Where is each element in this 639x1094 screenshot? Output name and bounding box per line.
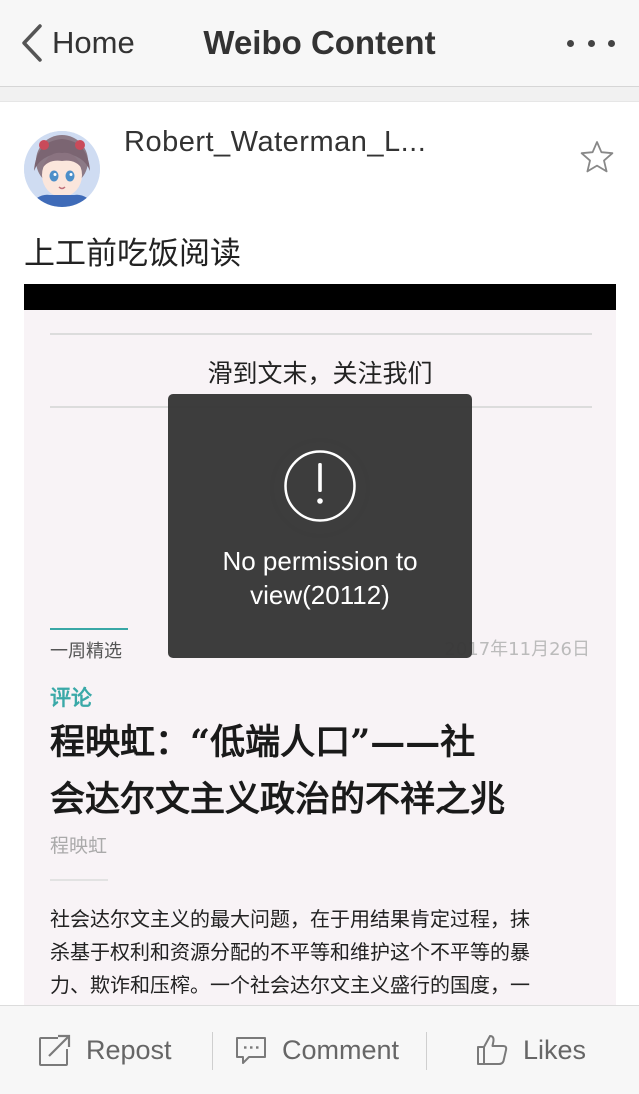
body-line: 社会达尔文主义的最大问题，在于用结果肯定过程，抹	[50, 907, 530, 931]
repost-icon	[39, 1034, 72, 1066]
exclamation-icon	[284, 450, 356, 522]
article-author: 程映虹	[50, 835, 108, 857]
headline-line: 程映虹：“低端人口”——社	[50, 722, 476, 763]
comment-button[interactable]: Comment	[234, 1006, 399, 1094]
divider	[50, 879, 108, 881]
more-dot-icon	[608, 39, 615, 47]
follow-prompt: 滑到文末，关注我们	[207, 359, 433, 388]
error-toast: No permission to view(20112)	[168, 394, 472, 658]
more-dot-icon	[587, 39, 595, 47]
star-icon[interactable]	[580, 140, 614, 174]
navigation-bar: Home Weibo Content	[0, 0, 639, 87]
anime-avatar-icon	[24, 131, 100, 207]
comment-icon	[236, 1037, 266, 1064]
avatar[interactable]	[24, 131, 100, 207]
headline-line: 会达尔文主义政治的不祥之兆	[50, 779, 506, 820]
toast-message: No permission to view(20112)	[222, 546, 418, 610]
body-line: 杀基于权利和资源分配的不平等和维护这个不平等的暴	[50, 940, 530, 964]
thumbs-up-icon	[477, 1035, 508, 1065]
divider	[50, 333, 592, 335]
more-options-button[interactable]	[567, 30, 615, 56]
repost-button[interactable]: Repost	[38, 1006, 172, 1094]
likes-button[interactable]: Likes	[475, 1006, 586, 1094]
body-line: 力、欺诈和压榨。一个社会达尔文主义盛行的国度，一	[50, 973, 530, 997]
image-top-band	[24, 284, 616, 310]
action-toolbar: Repost Comment Likes	[0, 1005, 639, 1094]
article-headline: 程映虹：“低端人口”——社 会达尔文主义政治的不祥之兆	[50, 714, 590, 828]
toolbar-divider	[212, 1032, 213, 1070]
likes-label: Likes	[523, 1034, 587, 1065]
username[interactable]: Robert_Waterman_L...	[124, 126, 544, 159]
more-dot-icon	[567, 39, 574, 47]
toolbar-divider	[426, 1032, 427, 1070]
section-divider	[0, 87, 639, 102]
post-text: 上工前吃饭阅读	[24, 236, 241, 272]
article-category: 评论	[50, 686, 92, 710]
accent-rule	[50, 628, 128, 630]
article-body: 社会达尔文主义的最大问题，在于用结果肯定过程，抹 杀基于权利和资源分配的不平等和…	[50, 903, 598, 1002]
page-title: Weibo Content	[203, 24, 436, 61]
repost-label: Repost	[86, 1034, 172, 1065]
week-label: 一周精选	[50, 641, 122, 662]
comment-label: Comment	[282, 1034, 400, 1065]
